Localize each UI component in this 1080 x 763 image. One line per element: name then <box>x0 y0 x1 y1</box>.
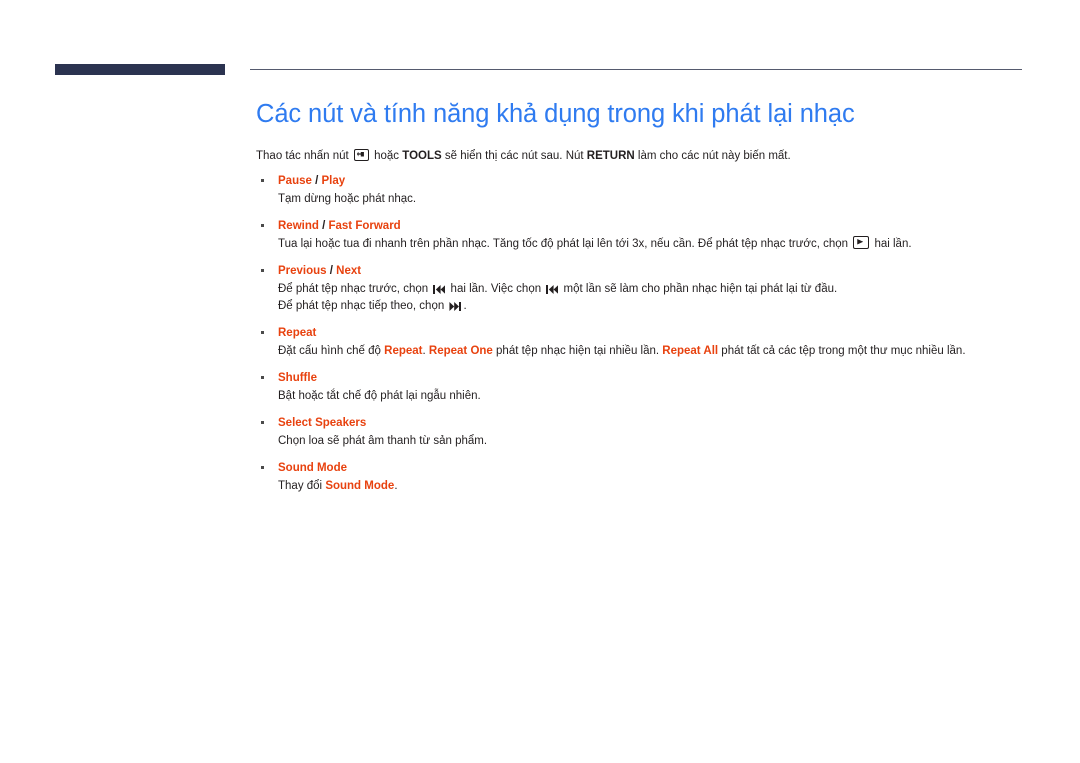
list-item: Repeat Đặt cấu hình chế độ Repeat. Repea… <box>256 325 1026 360</box>
item-title-secondary: Next <box>336 265 362 277</box>
desc-highlight-sound-mode: Sound Mode <box>325 480 395 492</box>
desc-text: Tạm dừng hoặc phát nhạc. <box>278 193 417 205</box>
desc-text-pre: Đặt cấu hình chế độ <box>278 345 381 357</box>
item-description: Thay đổi Sound Mode. <box>278 478 1026 495</box>
item-description: Đặt cấu hình chế độ Repeat. Repeat One p… <box>278 343 1026 360</box>
desc-text-pre: Để phát tệp nhạc tiếp theo, chọn <box>278 300 445 312</box>
list-item: Select Speakers Chọn loa sẽ phát âm than… <box>256 415 1026 450</box>
intro-return-label: RETURN <box>586 150 635 162</box>
list-item: Sound Mode Thay đổi Sound Mode. <box>256 460 1026 495</box>
item-title-primary: Select Speakers <box>278 417 367 429</box>
page-title: Các nút và tính năng khả dụng trong khi … <box>256 100 855 128</box>
desc-text-pre: Thay đổi <box>278 480 323 492</box>
item-title-shuffle: Shuffle <box>278 370 1026 386</box>
item-title-previous-next: Previous / Next <box>278 263 1026 279</box>
item-title-primary: Pause <box>278 175 312 187</box>
item-title-repeat: Repeat <box>278 325 1026 341</box>
desc-highlight-repeat-one: Repeat One <box>428 345 493 357</box>
desc-text-post: hai lần. <box>874 238 912 250</box>
item-title-pause-play: Pause / Play <box>278 173 1026 189</box>
item-title-separator: / <box>326 265 337 277</box>
desc-highlight-repeat-all: Repeat All <box>662 345 719 357</box>
item-description: Để phát tệp nhạc tiếp theo, chọn . <box>278 298 1026 315</box>
next-track-icon <box>449 302 462 311</box>
desc-text-post: . <box>463 300 467 312</box>
desc-text-mid2: phát tệp nhạc hiện tại nhiều lần. <box>496 345 660 357</box>
item-title-primary: Previous <box>278 265 327 277</box>
header-rule <box>250 69 1022 70</box>
item-description: Tua lại hoặc tua đi nhanh trên phần nhạc… <box>278 236 1026 253</box>
feature-list: Pause / Play Tạm dừng hoặc phát nhạc. Re… <box>256 173 1026 495</box>
intro-text-part1: Thao tác nhấn nút <box>256 150 349 162</box>
intro-text-part4: làm cho các nút này biến mất. <box>637 150 791 162</box>
item-title-primary: Shuffle <box>278 372 317 384</box>
list-item: Previous / Next Để phát tệp nhạc trước, … <box>256 263 1026 315</box>
desc-text-post: một lần sẽ làm cho phần nhạc hiện tại ph… <box>563 283 838 295</box>
desc-text-post: phát tất cả các tệp trong một thư mục nh… <box>721 345 966 357</box>
desc-text: Bật hoặc tắt chế độ phát lại ngẫu nhiên. <box>278 390 481 402</box>
intro-text-part2: hoặc <box>374 150 400 162</box>
boxed-play-icon <box>853 236 870 249</box>
previous-track-icon <box>433 285 445 294</box>
item-description: Bật hoặc tắt chế độ phát lại ngẫu nhiên. <box>278 388 1026 405</box>
document-page: Các nút và tính năng khả dụng trong khi … <box>0 0 1080 763</box>
desc-text-mid1: . <box>422 345 426 357</box>
list-item: Rewind / Fast Forward Tua lại hoặc tua đ… <box>256 218 1026 253</box>
list-item: Pause / Play Tạm dừng hoặc phát nhạc. <box>256 173 1026 208</box>
intro-paragraph: Thao tác nhấn nút hoặc TOOLS sẽ hiển thị… <box>256 148 1026 164</box>
desc-text-post: . <box>394 480 398 492</box>
item-title-primary: Sound Mode <box>278 462 347 474</box>
item-title-secondary: Fast Forward <box>328 220 401 232</box>
content-body: Thao tác nhấn nút hoặc TOOLS sẽ hiển thị… <box>256 148 1026 505</box>
header-accent-bar <box>55 64 225 75</box>
desc-text-pre: Để phát tệp nhạc trước, chọn <box>278 283 429 295</box>
item-title-primary: Repeat <box>278 327 317 339</box>
desc-text: Chọn loa sẽ phát âm thanh từ sản phẩm. <box>278 435 488 447</box>
item-title-select-speakers: Select Speakers <box>278 415 1026 431</box>
previous-track-icon <box>546 285 558 294</box>
desc-text-pre: Tua lại hoặc tua đi nhanh trên phần nhạc… <box>278 238 849 250</box>
item-title-rewind-fast-forward: Rewind / Fast Forward <box>278 218 1026 234</box>
item-title-primary: Rewind <box>278 220 319 232</box>
list-item: Shuffle Bật hoặc tắt chế độ phát lại ngẫ… <box>256 370 1026 405</box>
desc-highlight-repeat: Repeat <box>384 345 423 357</box>
intro-text-part3: sẽ hiển thị các nút sau. Nút <box>444 150 584 162</box>
item-title-sound-mode: Sound Mode <box>278 460 1026 476</box>
item-description: Chọn loa sẽ phát âm thanh từ sản phẩm. <box>278 433 1026 450</box>
enter-key-icon <box>353 149 369 161</box>
item-title-secondary: Play <box>321 175 346 187</box>
item-description: Để phát tệp nhạc trước, chọn hai lần. Vi… <box>278 281 1026 298</box>
desc-text-mid: hai lần. Việc chọn <box>450 283 542 295</box>
intro-tools-label: TOOLS <box>402 150 442 162</box>
item-description: Tạm dừng hoặc phát nhạc. <box>278 191 1026 208</box>
